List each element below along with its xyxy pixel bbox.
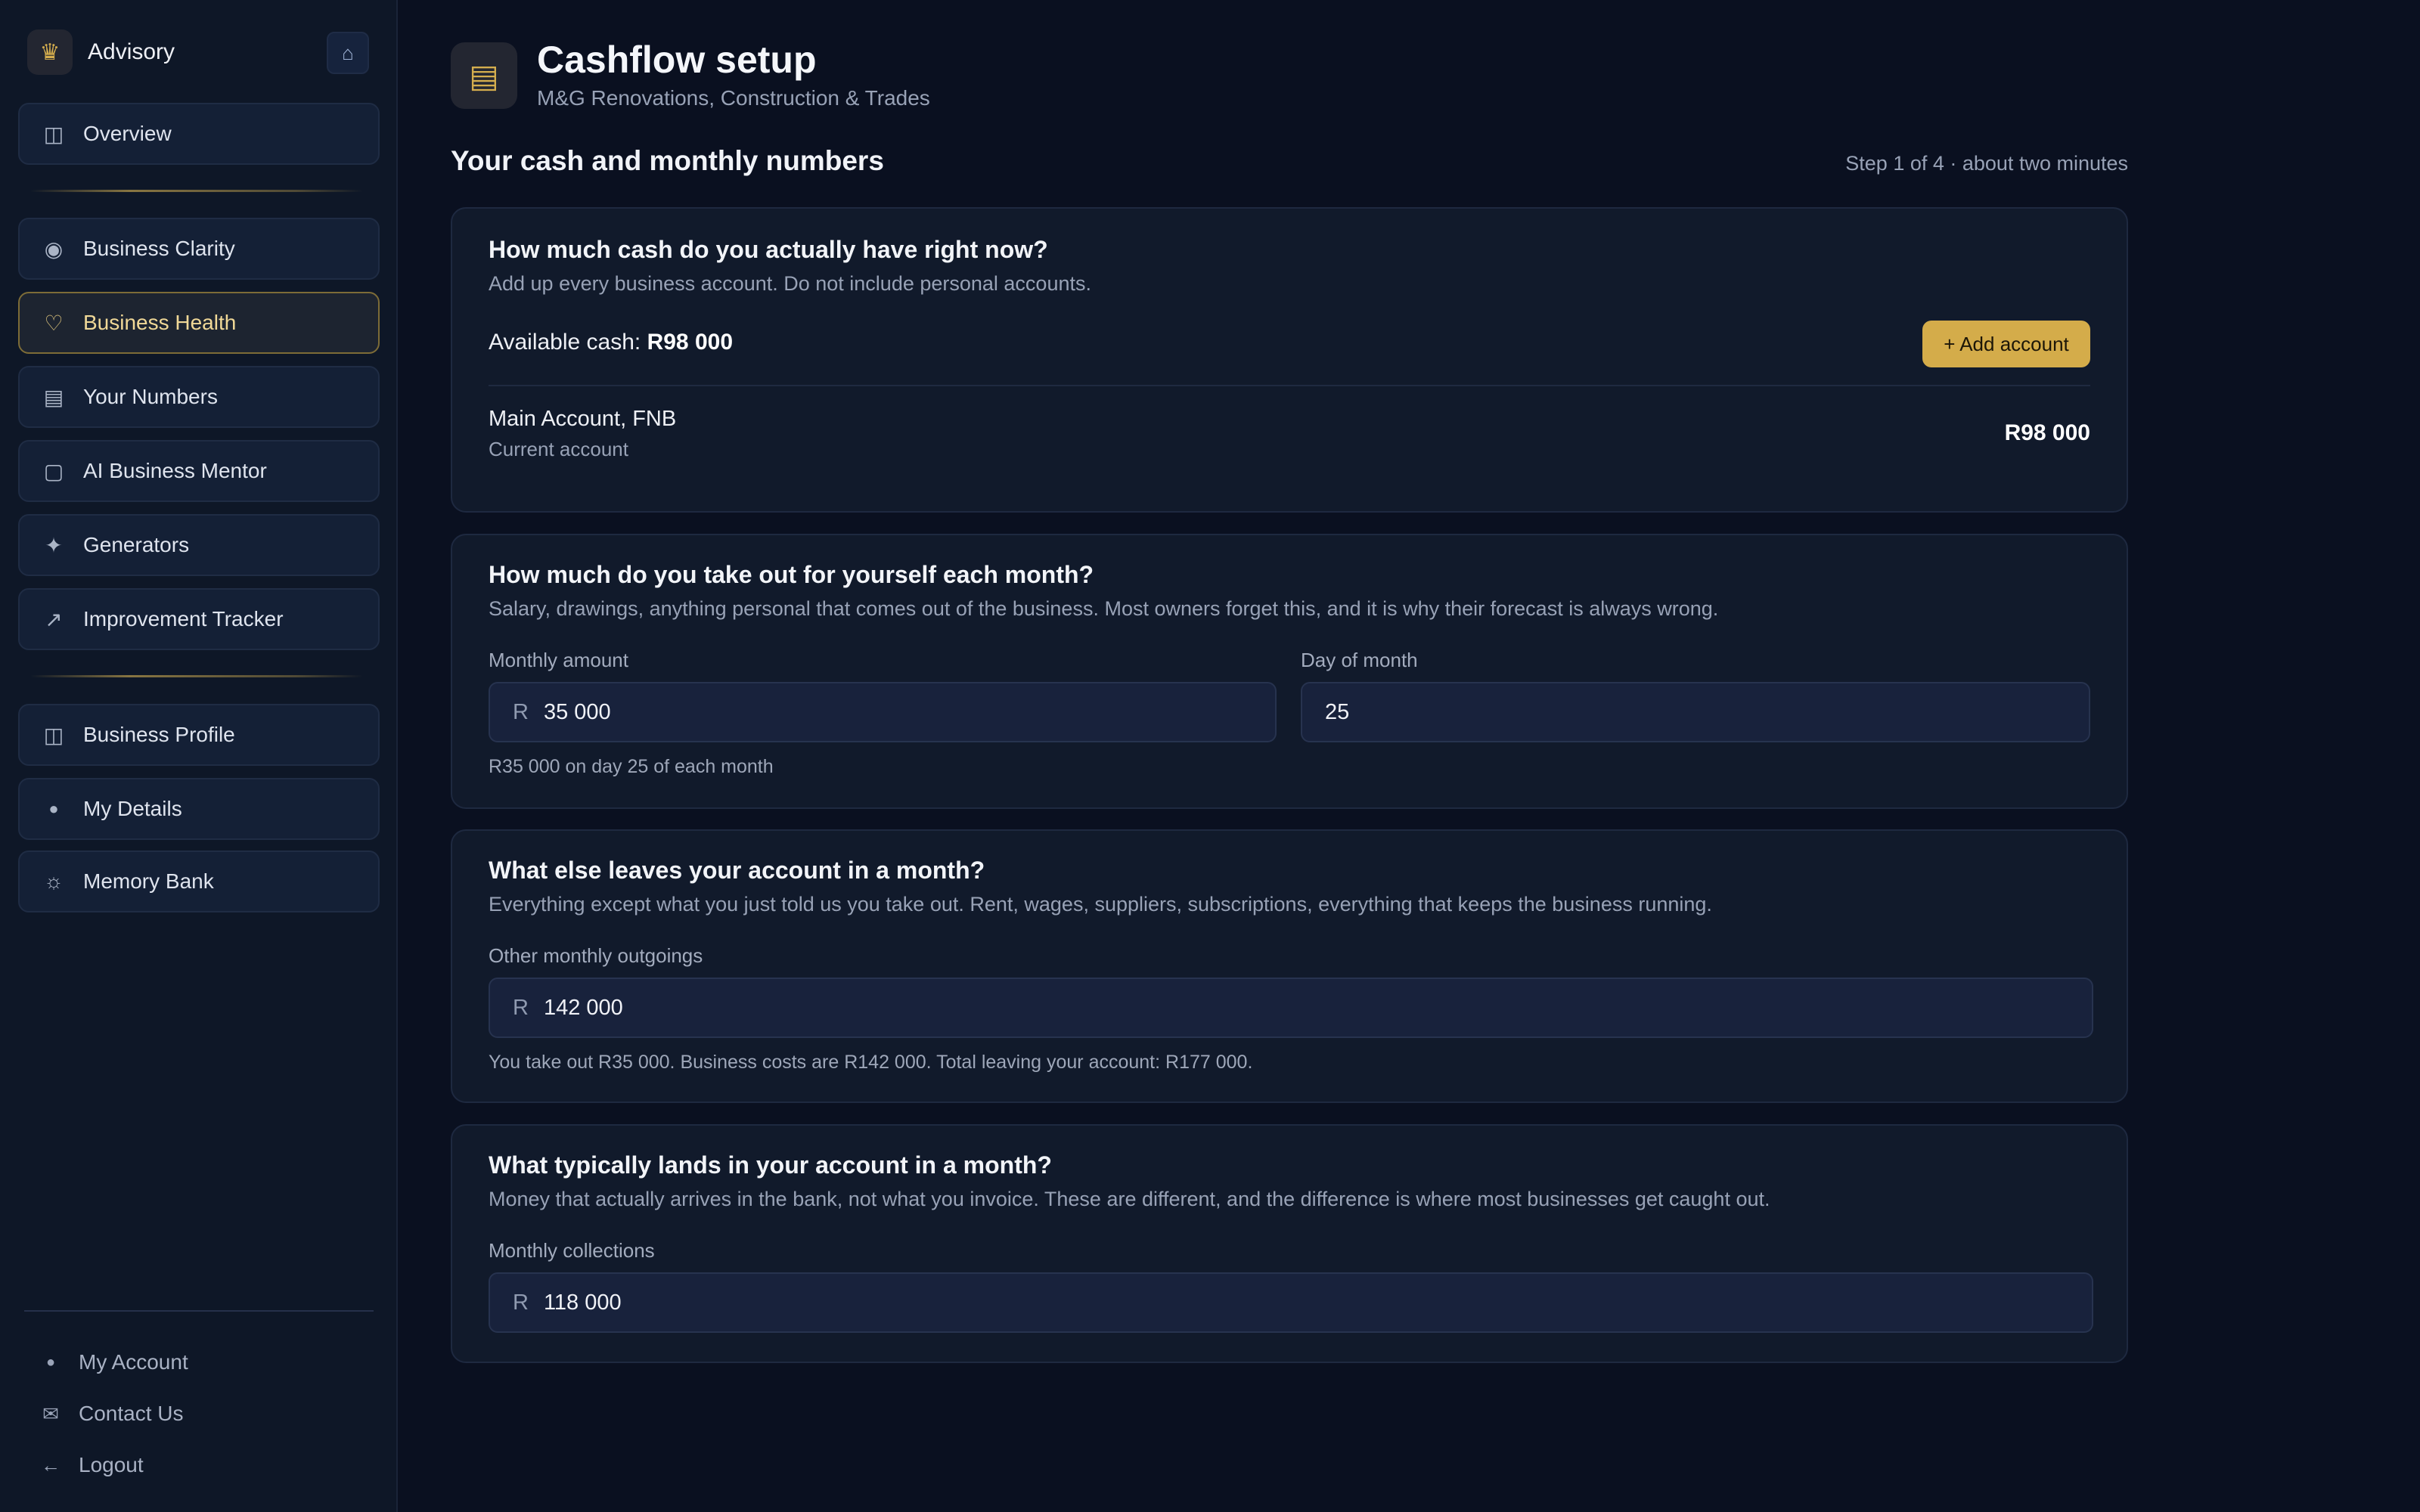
sidebar-item-overview[interactable]: ◫ Overview — [18, 103, 380, 165]
owner-draw-card: How much do you take out for yourself ea… — [451, 534, 2128, 809]
monthly-amount-input[interactable]: R 35 000 — [489, 682, 1277, 742]
collections-help: Money that actually arrives in the bank,… — [489, 1188, 1770, 1210]
cash-card: How much cash do you actually have right… — [451, 207, 2128, 513]
sidebar-item-label: Your Numbers — [83, 385, 218, 408]
logout-icon: ← — [41, 1453, 60, 1476]
draw-summary: R35 000 on day 25 of each month — [489, 756, 774, 777]
page-title: Cashflow setup — [537, 39, 817, 81]
available-cash-value: R98 000 — [647, 330, 734, 355]
nav-divider — [30, 190, 363, 192]
sidebar-item-label: My Details — [83, 797, 182, 820]
day-of-month-label: Day of month — [1301, 649, 1418, 671]
collections-card: What typically lands in your account in … — [451, 1124, 2128, 1363]
home-icon: ⌂ — [342, 41, 354, 64]
home-button[interactable]: ⌂ — [327, 32, 369, 74]
sidebar-item-your-numbers[interactable]: ▤ Your Numbers — [18, 366, 380, 428]
section-title: Your cash and monthly numbers — [451, 145, 884, 176]
sidebar-item-label: AI Business Mentor — [83, 459, 267, 482]
day-of-month-value: 25 — [1325, 699, 1350, 724]
logout-label: Logout — [79, 1453, 144, 1476]
outgoings-summary: You take out R35 000. Business costs are… — [489, 1052, 1253, 1073]
heart-icon: ♡ — [44, 311, 64, 335]
sidebar-item-business-clarity[interactable]: ◉ Business Clarity — [18, 218, 380, 280]
available-cash: Available cash: R98 000 — [489, 330, 733, 355]
outgoings-input[interactable]: R 142 000 — [489, 978, 2093, 1038]
brand-name: Advisory — [88, 39, 175, 64]
bottom-divider — [24, 1310, 374, 1312]
sidebar-item-ai-business-mentor[interactable]: ▢ AI Business Mentor — [18, 440, 380, 502]
main-content: ▤ Cashflow setup M&G Renovations, Constr… — [398, 0, 2420, 1512]
sidebar-item-label: Generators — [83, 533, 190, 556]
overview-icon: ◫ — [43, 122, 64, 146]
divider — [489, 385, 2090, 386]
sidebar: ♛ Advisory ⌂ ◫ Overview ◉ Business Clari… — [0, 0, 398, 1512]
collections-value: 118 000 — [543, 1290, 622, 1315]
user-icon: ● — [48, 799, 59, 818]
page-subtitle: M&G Renovations, Construction & Trades — [537, 86, 930, 110]
sidebar-item-generators[interactable]: ✦ Generators — [18, 514, 380, 576]
account-icon: ● — [45, 1353, 56, 1371]
monthly-amount-value: 35 000 — [543, 699, 611, 724]
draw-question: How much do you take out for yourself ea… — [489, 561, 1094, 588]
collections-input[interactable]: R 118 000 — [489, 1272, 2093, 1333]
contact-us-link[interactable]: ✉ Contact Us — [39, 1395, 184, 1433]
sparkle-icon: ✦ — [45, 533, 63, 557]
numbers-icon: ▤ — [43, 385, 64, 409]
profile-icon: ◫ — [43, 723, 64, 747]
outgoings-question: What else leaves your account in a month… — [489, 857, 985, 884]
chat-icon: ▢ — [43, 459, 64, 483]
account-amount: R98 000 — [2004, 420, 2090, 445]
brand: ♛ Advisory ⌂ — [27, 29, 369, 76]
currency-prefix: R — [513, 1290, 529, 1315]
outgoings-help: Everything except what you just told us … — [489, 893, 1712, 916]
outgoings-value: 142 000 — [543, 995, 623, 1020]
sidebar-item-label: Memory Bank — [83, 869, 214, 893]
currency-prefix: R — [513, 699, 529, 724]
sidebar-item-business-profile[interactable]: ◫ Business Profile — [18, 704, 380, 766]
monthly-amount-label: Monthly amount — [489, 649, 628, 671]
sidebar-item-memory-bank[interactable]: ☼ Memory Bank — [18, 850, 380, 912]
sidebar-item-business-health[interactable]: ♡ Business Health — [18, 292, 380, 354]
available-cash-label: Available cash: — [489, 330, 647, 355]
sidebar-item-label: Overview — [83, 122, 172, 145]
account-name[interactable]: Main Account, FNB — [489, 407, 676, 432]
sidebar-item-label: Business Clarity — [83, 237, 235, 260]
mail-icon: ✉ — [42, 1402, 59, 1425]
currency-prefix: R — [513, 995, 529, 1020]
cash-help: Add up every business account. Do not in… — [489, 272, 1091, 295]
logout-link[interactable]: ← Logout — [39, 1446, 144, 1484]
collections-question: What typically lands in your account in … — [489, 1151, 1052, 1179]
step-indicator: Step 1 of 4 · about two minutes — [1845, 152, 2128, 175]
sidebar-item-label: Business Profile — [83, 723, 235, 746]
nav-divider — [30, 675, 363, 677]
my-account-link[interactable]: ● My Account — [39, 1343, 188, 1381]
cash-question: How much cash do you actually have right… — [489, 236, 1048, 263]
sidebar-item-label: Business Health — [83, 311, 237, 334]
sidebar-item-improvement-tracker[interactable]: ↗ Improvement Tracker — [18, 588, 380, 650]
collections-label: Monthly collections — [489, 1239, 655, 1262]
memory-icon: ☼ — [44, 869, 64, 893]
add-account-button[interactable]: + Add account — [1922, 321, 2090, 367]
sidebar-item-label: Improvement Tracker — [83, 607, 284, 631]
my-account-label: My Account — [79, 1350, 188, 1374]
target-icon: ◉ — [44, 237, 64, 261]
outgoings-card: What else leaves your account in a month… — [451, 829, 2128, 1103]
cashflow-icon: ▤ — [451, 42, 517, 109]
trend-up-icon: ↗ — [45, 607, 63, 631]
account-type: Current account — [489, 438, 628, 460]
sidebar-item-my-details[interactable]: ● My Details — [18, 778, 380, 840]
crown-icon: ♛ — [27, 29, 73, 75]
contact-us-label: Contact Us — [79, 1402, 184, 1425]
day-of-month-input[interactable]: 25 — [1301, 682, 2090, 742]
outgoings-label: Other monthly outgoings — [489, 944, 703, 967]
draw-help: Salary, drawings, anything personal that… — [489, 597, 1719, 620]
